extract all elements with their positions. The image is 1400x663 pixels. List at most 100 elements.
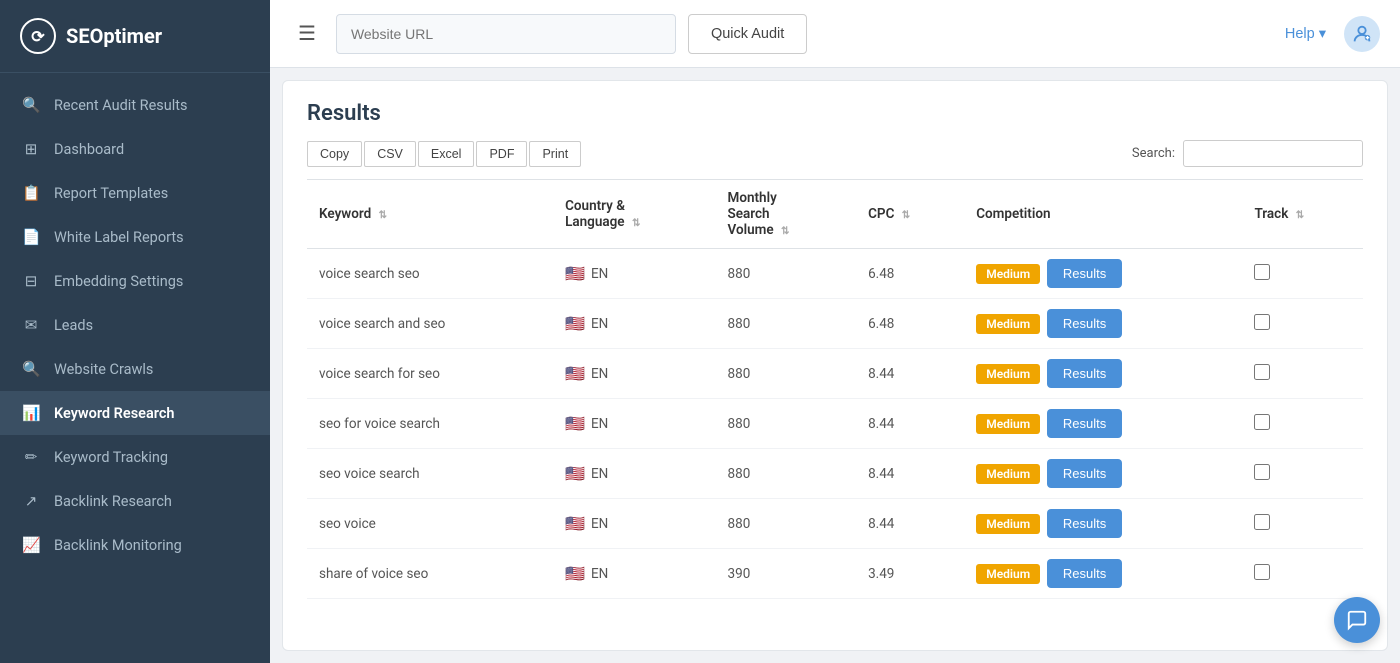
export-csv-button[interactable]: CSV <box>364 141 416 167</box>
col-monthly-search[interactable]: MonthlySearchVolume ⇅ <box>716 180 857 249</box>
cell-cpc: 8.44 <box>856 349 964 399</box>
cell-track <box>1242 349 1363 399</box>
user-avatar[interactable] <box>1344 16 1380 52</box>
cell-cpc: 8.44 <box>856 449 964 499</box>
cell-keyword: seo voice search <box>307 449 553 499</box>
sidebar-item-keyword-tracking[interactable]: ✏ Keyword Tracking <box>0 435 270 479</box>
sidebar-item-keyword-research[interactable]: 📊Keyword Research <box>0 391 270 435</box>
sort-icon-msv: ⇅ <box>781 226 789 237</box>
competition-results-button[interactable]: Results <box>1047 409 1122 438</box>
competition-results-button[interactable]: Results <box>1047 359 1122 388</box>
app-name: SEOptimer <box>66 24 162 48</box>
sidebar-item-leads[interactable]: ✉ Leads <box>0 303 270 347</box>
col-cpc[interactable]: CPC ⇅ <box>856 180 964 249</box>
cell-keyword: voice search seo <box>307 249 553 299</box>
report-templates-icon: 📋 <box>22 184 40 202</box>
sidebar-nav: 🔍Recent Audit Results⊞Dashboard 📋 Report T… <box>0 73 270 577</box>
cell-competition: Medium Results <box>964 449 1242 499</box>
cell-msv: 880 <box>716 249 857 299</box>
competition-results-button[interactable]: Results <box>1047 459 1122 488</box>
cell-track <box>1242 399 1363 449</box>
keyword-tracking-icon: ✏ <box>22 448 40 466</box>
cell-msv: 880 <box>716 449 857 499</box>
sidebar-label-website-crawls: Website Crawls <box>54 361 153 378</box>
sort-icon-cpc: ⇅ <box>902 210 910 221</box>
sidebar-label-report-templates: Report Templates <box>54 185 168 202</box>
col-keyword[interactable]: Keyword ⇅ <box>307 180 553 249</box>
white-label-icon: 📄 <box>22 228 40 246</box>
track-checkbox[interactable] <box>1254 364 1270 380</box>
competition-results-button[interactable]: Results <box>1047 509 1122 538</box>
col-country-language[interactable]: Country &Language ⇅ <box>553 180 715 249</box>
cell-track <box>1242 249 1363 299</box>
sidebar-item-report-templates[interactable]: 📋 Report Templates <box>0 171 270 215</box>
flag-icon: 🇺🇸 <box>565 364 585 383</box>
cell-msv: 880 <box>716 299 857 349</box>
url-input[interactable] <box>336 14 676 54</box>
col-track[interactable]: Track ⇅ <box>1242 180 1363 249</box>
sidebar-label-keyword-tracking: Keyword Tracking <box>54 449 168 466</box>
sidebar-item-backlink-research[interactable]: ↗Backlink Research <box>0 479 270 523</box>
flag-icon: 🇺🇸 <box>565 264 585 283</box>
track-checkbox[interactable] <box>1254 414 1270 430</box>
track-checkbox[interactable] <box>1254 464 1270 480</box>
sidebar-label-recent-audit: Recent Audit Results <box>54 97 188 114</box>
competition-badge: Medium <box>976 514 1040 534</box>
chat-bubble[interactable] <box>1334 597 1380 643</box>
sidebar: ⟳ SEOptimer 🔍Recent Audit Results⊞Dashbo… <box>0 0 270 663</box>
cell-cpc: 8.44 <box>856 499 964 549</box>
track-checkbox[interactable] <box>1254 264 1270 280</box>
cell-competition: Medium Results <box>964 299 1242 349</box>
search-label: Search: <box>1132 146 1175 161</box>
sidebar-item-recent-audit[interactable]: 🔍Recent Audit Results <box>0 83 270 127</box>
competition-badge: Medium <box>976 264 1040 284</box>
competition-badge: Medium <box>976 364 1040 384</box>
sidebar-item-white-label[interactable]: 📄 White Label Reports <box>0 215 270 259</box>
export-print-button[interactable]: Print <box>529 141 581 167</box>
topbar: ☰ Quick Audit Help ▾ <box>270 0 1400 68</box>
sidebar-item-embedding[interactable]: ⊟Embedding Settings <box>0 259 270 303</box>
track-checkbox[interactable] <box>1254 514 1270 530</box>
sidebar-item-dashboard[interactable]: ⊞Dashboard <box>0 127 270 171</box>
sidebar-label-white-label: White Label Reports <box>54 229 184 246</box>
hamburger-button[interactable]: ☰ <box>290 17 324 50</box>
sidebar-label-embedding: Embedding Settings <box>54 273 183 290</box>
language-label: EN <box>591 266 608 282</box>
competition-badge: Medium <box>976 314 1040 334</box>
table-row: seo for voice search🇺🇸EN8808.44Medium Re… <box>307 399 1363 449</box>
help-button[interactable]: Help ▾ <box>1285 26 1326 42</box>
export-copy-button[interactable]: Copy <box>307 141 362 167</box>
cell-track <box>1242 499 1363 549</box>
quick-audit-button[interactable]: Quick Audit <box>688 14 807 54</box>
competition-results-button[interactable]: Results <box>1047 559 1122 588</box>
track-checkbox[interactable] <box>1254 564 1270 580</box>
cell-country: 🇺🇸EN <box>553 299 715 349</box>
keyword-research-icon: 📊 <box>22 404 40 422</box>
cell-keyword: seo voice <box>307 499 553 549</box>
flag-icon: 🇺🇸 <box>565 564 585 583</box>
col-competition[interactable]: Competition <box>964 180 1242 249</box>
cell-msv: 880 <box>716 399 857 449</box>
leads-icon: ✉ <box>22 316 40 334</box>
app-logo[interactable]: ⟳ SEOptimer <box>0 0 270 73</box>
sidebar-label-leads: Leads <box>54 317 93 334</box>
export-excel-button[interactable]: Excel <box>418 141 475 167</box>
competition-results-button[interactable]: Results <box>1047 259 1122 288</box>
cell-keyword: voice search and seo <box>307 299 553 349</box>
sidebar-item-backlink-monitoring[interactable]: 📈Backlink Monitoring <box>0 523 270 567</box>
main-area: ☰ Quick Audit Help ▾ Results CopyCSVE <box>270 0 1400 663</box>
cell-cpc: 3.49 <box>856 549 964 599</box>
table-row: seo voice search🇺🇸EN8808.44Medium Result… <box>307 449 1363 499</box>
content-area: Results CopyCSVExcelPDFPrint Search: Key… <box>282 80 1388 651</box>
table-controls: CopyCSVExcelPDFPrint Search: <box>307 140 1363 167</box>
sidebar-item-website-crawls[interactable]: 🔍Website Crawls <box>0 347 270 391</box>
track-checkbox[interactable] <box>1254 314 1270 330</box>
cell-track <box>1242 299 1363 349</box>
competition-results-button[interactable]: Results <box>1047 309 1122 338</box>
search-input[interactable] <box>1183 140 1363 167</box>
backlink-research-icon: ↗ <box>22 492 40 510</box>
search-area: Search: <box>1132 140 1363 167</box>
export-pdf-button[interactable]: PDF <box>476 141 527 167</box>
results-table: Keyword ⇅ Country &Language ⇅ MonthlySea… <box>307 179 1363 599</box>
sidebar-label-backlink-monitoring: Backlink Monitoring <box>54 537 182 554</box>
